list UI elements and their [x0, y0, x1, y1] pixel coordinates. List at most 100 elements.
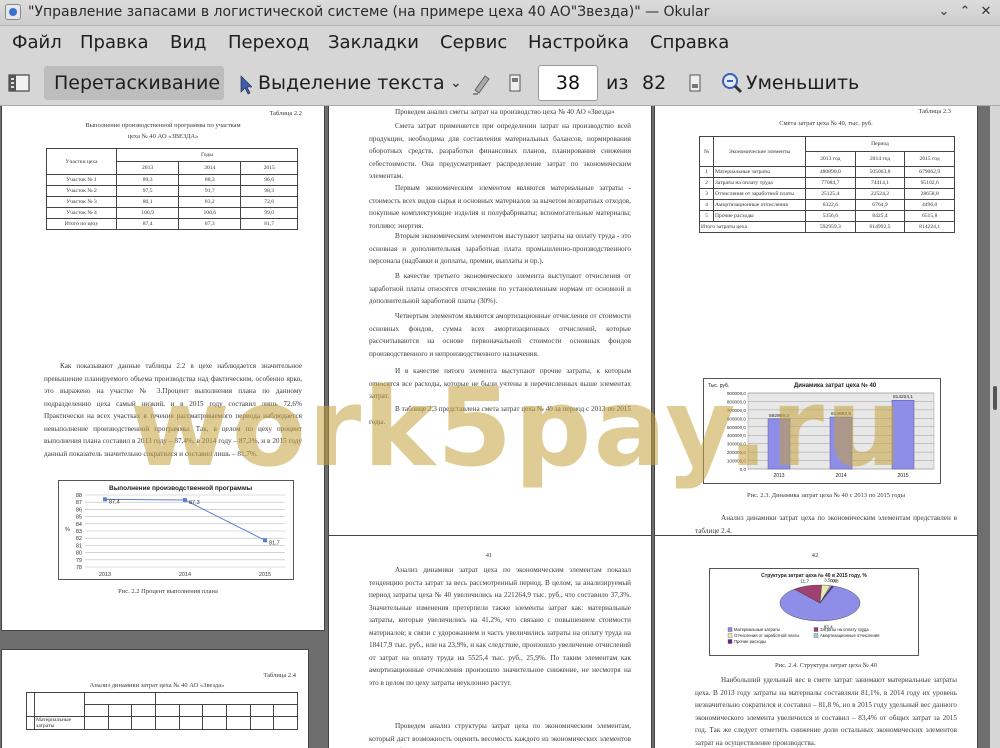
- table-cell: 5: [699, 210, 714, 222]
- data-point: [183, 498, 187, 503]
- table-cell: 100,9: [115, 207, 180, 219]
- text-selection-button[interactable]: Выделение текста: [258, 66, 445, 100]
- page-of-label: из: [606, 72, 629, 94]
- chart-caption: Рис. 2.3. Динамика затрат цеха № 40 с 20…: [747, 492, 905, 499]
- table-cell: 87,4: [115, 218, 180, 230]
- table-header: Годы: [116, 148, 298, 162]
- table-cell: 100,6: [178, 207, 242, 219]
- browse-tool-button[interactable]: Перетаскивание: [44, 66, 224, 100]
- chart-title: Структура затрат цеха № 40 в 2015 году, …: [761, 573, 867, 579]
- table-row: Итого затраты цеха 592959,3 614992,5 814224…: [699, 221, 955, 233]
- data-label: 87,3: [189, 500, 200, 506]
- sidebar-toggle-button[interactable]: [6, 66, 34, 100]
- menu-help[interactable]: Справка: [650, 32, 729, 53]
- pie-chart-svg: Структура затрат цеха № 40 в 2015 году, …: [727, 573, 879, 644]
- body-paragraph: Проведем анализ структуры затрат цеха по…: [369, 722, 631, 748]
- document-viewport[interactable]: Таблица 2.2 Выполнение производственной …: [0, 106, 990, 748]
- scrollbar-thumb[interactable]: [993, 386, 997, 410]
- table-cell: 99,0: [240, 207, 298, 219]
- table-header: 2013 год: [805, 151, 856, 167]
- vertical-scrollbar[interactable]: [990, 106, 1000, 748]
- data-label: 0,8: [832, 578, 839, 583]
- next-page-icon[interactable]: [686, 66, 704, 100]
- legend-label: Амортизационные отчисления: [820, 633, 879, 638]
- table-row: 2 Затраты на оплату труда 77084,7 74414,1 95…: [699, 177, 955, 189]
- table-header: 2013: [115, 161, 180, 175]
- data-table: № Экономические элементы Период 2013 год 20…: [699, 136, 955, 233]
- window-titlebar: "Управление запасами в логистической сис…: [0, 0, 1000, 26]
- body-paragraph: Наибольший удельный вес в смете затрат з…: [695, 676, 957, 747]
- table-cell: Участок № 3: [46, 196, 117, 208]
- table-cell: 592959,3: [805, 221, 856, 233]
- data-table: Материальные затраты: [26, 692, 299, 730]
- table-cell: 8425,4: [854, 210, 906, 222]
- table-row: 4 Амортизационные отчисления 6322,6 6764,9 4…: [699, 199, 955, 211]
- table-cell: 4: [699, 199, 714, 211]
- menu-go[interactable]: Переход: [228, 32, 309, 53]
- pie-chart: Структура затрат цеха № 40 в 2015 году, …: [709, 568, 919, 656]
- legend-label: Отчисления от заработной платы: [734, 633, 799, 638]
- previous-page-icon[interactable]: [506, 66, 524, 100]
- table-cell: Участок № 2: [46, 185, 117, 197]
- table-cell: Амортизационные отчисления: [713, 199, 806, 211]
- table-cell: 80,1: [115, 196, 180, 208]
- table-cell: 72,6: [240, 196, 298, 208]
- data-label: 11,7: [800, 578, 809, 583]
- chart-caption: Рис. 2.4. Структура затрат цеха № 40: [775, 662, 877, 669]
- data-label: 87,4: [109, 499, 120, 505]
- menu-file[interactable]: Файл: [12, 32, 62, 53]
- table-cell: 3: [699, 188, 714, 200]
- y-tick-label: 79: [76, 558, 82, 564]
- table-cell: 25125,4: [805, 188, 856, 200]
- chevron-down-icon[interactable]: ⌄: [450, 66, 462, 100]
- table-cell: 480890,0: [805, 166, 856, 178]
- close-icon[interactable]: ✕: [977, 3, 995, 21]
- body-paragraph: Анализ динамики затрат цеха по экономиче…: [369, 566, 631, 687]
- watermark-text: work5pay.ru: [130, 366, 905, 491]
- table-cell: 6322,6: [805, 199, 856, 211]
- menu-edit[interactable]: Правка: [80, 32, 149, 53]
- table-cell: 1: [699, 166, 714, 178]
- table-row: Участок № 4 100,9 100,6 99,0: [46, 207, 298, 219]
- minimize-icon[interactable]: ⌄: [935, 3, 953, 21]
- table-cell: Затраты на оплату труда: [713, 177, 806, 189]
- table-cell: Материальные затраты: [713, 166, 806, 178]
- table-cell: 91,7: [178, 185, 242, 197]
- table-row: Участок № 2 97,5 91,7 98,3: [46, 185, 298, 197]
- menu-view[interactable]: Вид: [170, 32, 207, 53]
- table-header: Период: [805, 136, 955, 152]
- legend-swatch: [727, 627, 733, 632]
- data-table: Участки цеха Годы 2013 2014 2015 Участок № …: [46, 148, 298, 230]
- table-cell: Материальные затраты: [34, 716, 85, 730]
- page-total-label: 82: [642, 72, 667, 94]
- data-point: [103, 497, 107, 502]
- table-cell: 814224,1: [904, 221, 955, 233]
- page-number-input[interactable]: 38: [538, 65, 598, 101]
- zoom-out-icon[interactable]: [720, 66, 744, 100]
- data-point: [263, 538, 267, 543]
- maximize-icon[interactable]: ⌃: [956, 3, 974, 21]
- highlighter-icon[interactable]: [470, 66, 492, 100]
- x-tick-label: 2013: [99, 572, 111, 578]
- table-cell: Прочие расходы: [713, 210, 806, 222]
- y-tick-label: 88: [76, 493, 82, 499]
- menu-bookmarks[interactable]: Закладки: [328, 32, 419, 53]
- table-cell: 74414,1: [854, 177, 906, 189]
- table-header: Экономические элементы: [713, 136, 806, 167]
- body-paragraph: Вторым экономическим элементом выступают…: [369, 232, 631, 265]
- menu-tools[interactable]: Сервис: [440, 32, 507, 53]
- zoom-out-button[interactable]: Уменьшить: [746, 66, 859, 100]
- table-title: Смета затрат цеха № 40, тыс. руб.: [779, 120, 873, 127]
- body-paragraph: Смета затрат применяется при определении…: [369, 122, 631, 180]
- table-row: Материальные затраты: [26, 716, 298, 730]
- okular-app-icon[interactable]: [5, 4, 21, 20]
- window-title: "Управление запасами в логистической сис…: [28, 4, 710, 20]
- body-paragraph: Четвертым элементом являются амортизацио…: [369, 312, 631, 358]
- table-cell: 83,2: [178, 196, 242, 208]
- series-line: [104, 498, 266, 541]
- x-tick-label: 2014: [179, 572, 191, 578]
- legend-swatch: [727, 639, 733, 644]
- table-row: Участок № 1 89,3 88,3 96,6: [46, 174, 298, 186]
- menu-settings[interactable]: Настройка: [528, 32, 629, 53]
- table-cell: Итого затраты цеха: [699, 221, 806, 233]
